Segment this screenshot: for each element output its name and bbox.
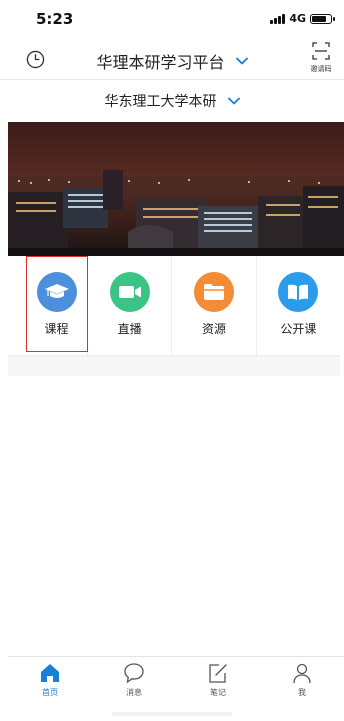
feature-grid: 课程 直播 资源 公开课 [8,256,340,356]
tab-label-me: 我 [298,688,306,697]
chevron-down-icon [227,97,240,105]
school-selector[interactable]: 华东理工大学本研 [0,82,344,118]
grid-label-open-course: 公开课 [280,322,317,336]
section-divider [8,356,340,376]
tab-label-notes: 笔记 [210,688,226,697]
battery-icon [310,13,335,24]
tab-notes[interactable]: 笔记 [176,657,260,706]
scan-icon [312,42,330,60]
resources-icon-circle [193,272,234,312]
tab-home[interactable]: 首页 [8,657,92,706]
grid-item-resources[interactable]: 资源 [172,256,257,355]
signal-icon [270,13,286,24]
invite-code-label: 邀请码 [310,65,332,73]
selection-highlight [26,256,88,352]
chevron-down-icon [235,57,248,65]
live-icon-circle [109,272,150,312]
grid-item-open-course[interactable]: 公开课 [257,256,340,355]
bottom-tab-bar: 首页 消息 笔记 我 [8,656,344,706]
home-icon [41,664,59,682]
video-camera-icon [118,286,141,298]
open-course-icon-circle [278,272,319,312]
note-edit-icon [209,664,227,683]
network-label: 4G [289,12,306,25]
status-time: 5:23 [36,10,74,28]
person-icon [293,663,311,684]
page-title: 华理本研学习平台 [96,53,225,72]
grid-item-live[interactable]: 直播 [88,256,173,355]
open-book-icon [288,284,309,300]
grid-label-resources: 资源 [201,322,226,336]
status-indicators: 4G [270,12,335,25]
chat-bubble-icon [124,663,144,684]
campus-banner[interactable] [8,122,344,256]
header: 华理本研学习平台 邀请码 [0,40,344,80]
school-name: 华东理工大学本研 [104,94,217,110]
campus-night-image [8,122,344,256]
tab-messages[interactable]: 消息 [92,657,176,706]
tab-label-messages: 消息 [126,688,142,697]
folder-icon [203,284,224,300]
grid-label-live: 直播 [117,322,142,336]
platform-selector[interactable]: 华理本研学习平台 [0,49,344,73]
grid-item-course[interactable]: 课程 [8,256,88,355]
invite-code-button[interactable]: 邀请码 [306,42,336,74]
status-bar: 5:23 4G [0,0,344,40]
home-indicator [112,712,232,716]
tab-me[interactable]: 我 [260,657,344,706]
tab-label-home: 首页 [42,688,58,697]
